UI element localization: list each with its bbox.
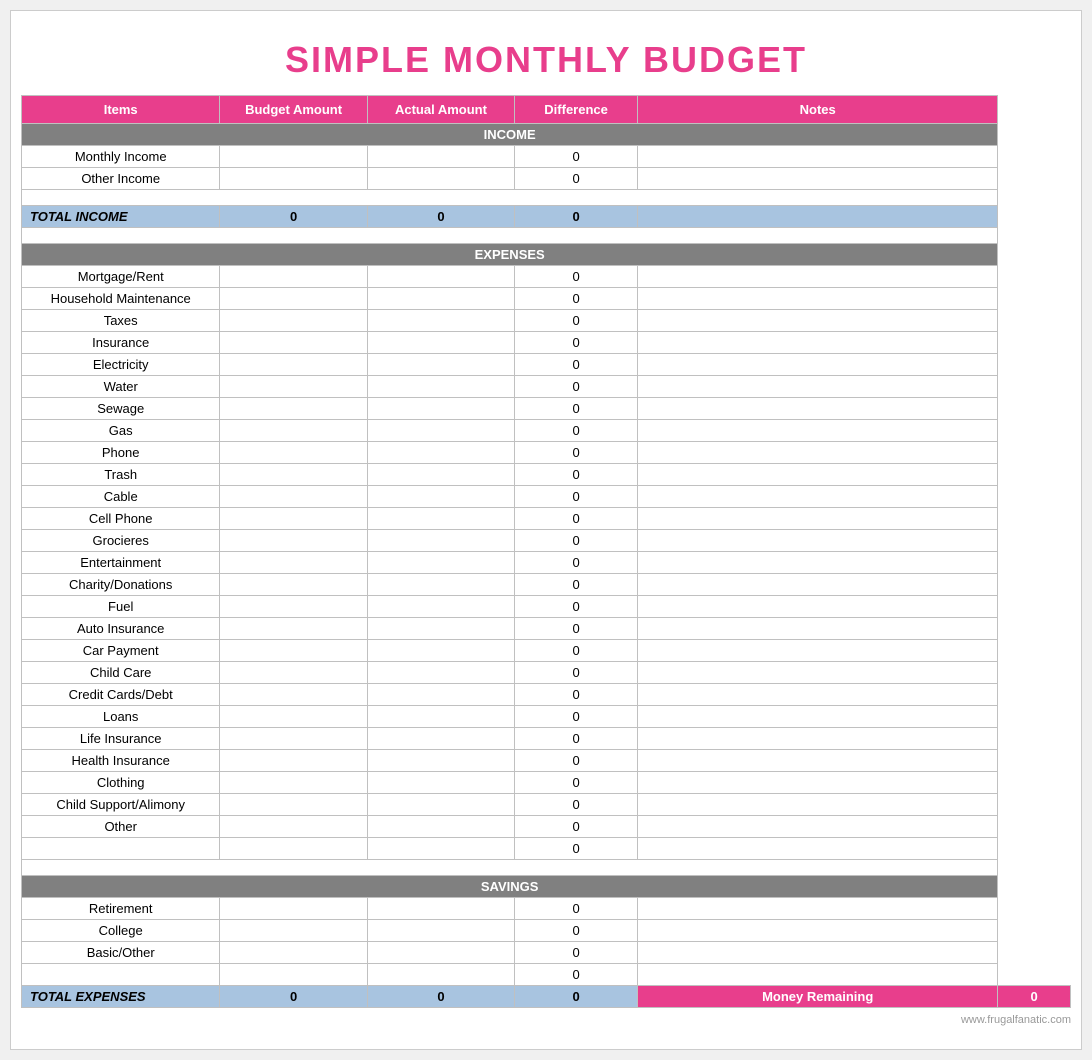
budget-table: Items Budget Amount Actual Amount Differ… <box>21 95 1071 1008</box>
header-budget: Budget Amount <box>220 96 367 124</box>
budget-page: SIMPLE MONTHLY BUDGET Items Budget Amoun… <box>10 10 1082 1050</box>
header-difference: Difference <box>515 96 638 124</box>
header-notes: Notes <box>638 96 998 124</box>
watermark: www.frugalfanatic.com <box>21 1008 1071 1026</box>
header-actual: Actual Amount <box>367 96 514 124</box>
page-title: SIMPLE MONTHLY BUDGET <box>21 21 1071 95</box>
header-items: Items <box>22 96 220 124</box>
